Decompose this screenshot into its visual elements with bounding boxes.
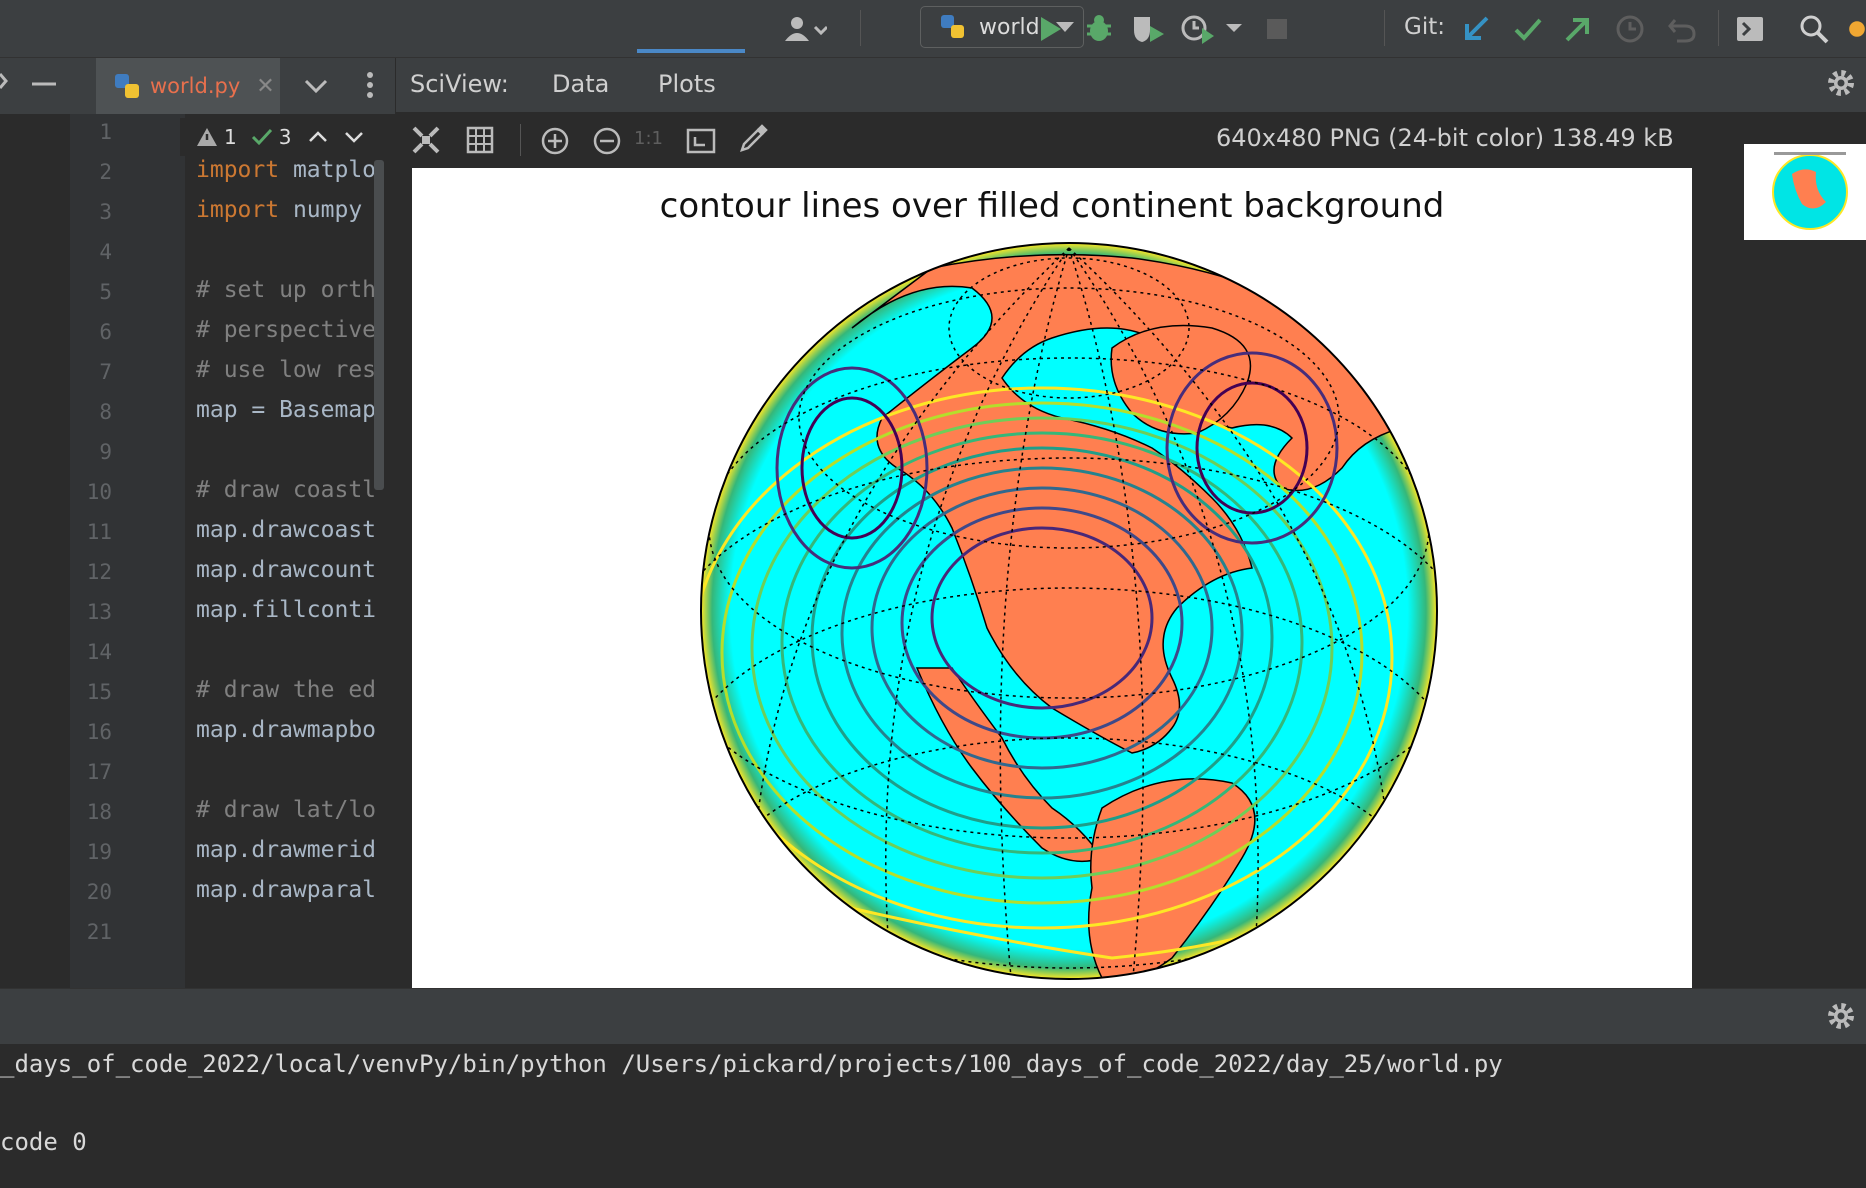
run-panel-header bbox=[0, 988, 1866, 1045]
terminal-icon[interactable] bbox=[1732, 13, 1768, 45]
line-number: 15 bbox=[86, 680, 112, 704]
main-toolbar: world Git: bbox=[0, 0, 1866, 58]
settings-gear-icon[interactable] bbox=[1826, 68, 1858, 100]
active-tab-indicator bbox=[637, 49, 745, 53]
line-number: 17 bbox=[86, 760, 112, 784]
exit-code-line: code 0 bbox=[0, 1128, 87, 1156]
python-file-icon bbox=[115, 74, 139, 98]
line-number: 3 bbox=[99, 200, 112, 224]
warning-count: 1 bbox=[224, 125, 237, 149]
chevron-down-icon[interactable] bbox=[343, 129, 365, 145]
more-options-icon[interactable] bbox=[364, 70, 376, 100]
line-number: 12 bbox=[86, 560, 112, 584]
inspection-widget[interactable]: 1 3 bbox=[180, 118, 395, 156]
stop-icon[interactable] bbox=[1262, 13, 1292, 45]
zoom-out-icon[interactable] bbox=[592, 126, 622, 156]
minimize-icon[interactable] bbox=[30, 70, 58, 98]
code-line[interactable]: # perspective bbox=[196, 317, 376, 343]
code-line[interactable]: # use low res bbox=[196, 357, 376, 383]
ok-count: 3 bbox=[278, 125, 292, 149]
user-icon[interactable] bbox=[780, 13, 830, 45]
code-line[interactable]: import matplo bbox=[196, 157, 376, 183]
debug-icon[interactable] bbox=[1082, 13, 1116, 45]
notification-icon[interactable] bbox=[1848, 13, 1866, 45]
fit-zoom-icon[interactable] bbox=[686, 126, 716, 156]
line-number: 1 bbox=[99, 120, 112, 144]
line-number: 5 bbox=[99, 280, 112, 304]
tab-plots[interactable]: Plots bbox=[658, 70, 716, 98]
line-number: 21 bbox=[86, 920, 112, 944]
line-number: 8 bbox=[99, 400, 112, 424]
code-line[interactable]: # set up orth bbox=[196, 277, 376, 303]
check-icon bbox=[251, 128, 272, 146]
fit-screen-icon[interactable] bbox=[412, 126, 440, 154]
zoom-in-icon[interactable] bbox=[540, 126, 570, 156]
line-number: 2 bbox=[99, 160, 112, 184]
git-commit-icon[interactable] bbox=[1510, 13, 1546, 45]
editor-tab-bar: world.py ✕ bbox=[0, 58, 395, 115]
code-line[interactable]: map.drawcount bbox=[196, 557, 376, 583]
grid-icon[interactable] bbox=[466, 126, 494, 154]
coverage-icon[interactable] bbox=[1128, 13, 1168, 45]
globe-map bbox=[700, 242, 1438, 980]
chevron-down-icon[interactable] bbox=[302, 72, 330, 100]
code-line[interactable]: map.fillconti bbox=[196, 597, 376, 623]
line-number: 14 bbox=[86, 640, 112, 664]
code-line[interactable]: import numpy bbox=[196, 197, 376, 223]
code-line[interactable]: map.drawmapbo bbox=[196, 717, 376, 743]
python-icon bbox=[941, 15, 964, 38]
line-number: 6 bbox=[99, 320, 112, 344]
run-icon[interactable] bbox=[1036, 13, 1066, 45]
run-command-line: _days_of_code_2022/local/venvPy/bin/pyth… bbox=[0, 1050, 1503, 1078]
code-line[interactable]: # draw the ed bbox=[196, 677, 376, 703]
git-update-icon[interactable] bbox=[1458, 13, 1494, 45]
code-line[interactable]: map = Basemap bbox=[196, 397, 376, 423]
code-line[interactable]: map.drawmerid bbox=[196, 837, 376, 863]
run-configuration-label: world bbox=[979, 14, 1040, 40]
sciview-header: SciView: Data Plots bbox=[396, 58, 1866, 113]
line-number: 19 bbox=[86, 840, 112, 864]
code-line[interactable]: # draw coastl bbox=[196, 477, 376, 503]
line-number: 10 bbox=[86, 480, 112, 504]
line-number: 18 bbox=[86, 800, 112, 824]
search-icon[interactable] bbox=[1796, 13, 1832, 45]
close-icon[interactable]: ✕ bbox=[256, 74, 274, 99]
code-line[interactable]: map.drawparal bbox=[196, 877, 376, 903]
line-number: 7 bbox=[99, 360, 112, 384]
line-number: 9 bbox=[99, 440, 112, 464]
color-picker-icon[interactable] bbox=[738, 124, 768, 154]
tab-world-py[interactable]: world.py ✕ bbox=[96, 58, 280, 114]
chevron-up-icon[interactable] bbox=[307, 129, 329, 145]
collapse-icon[interactable] bbox=[0, 66, 10, 96]
git-label: Git: bbox=[1404, 14, 1445, 40]
tab-data[interactable]: Data bbox=[552, 70, 609, 98]
sciview-title: SciView: bbox=[410, 70, 509, 98]
git-push-icon[interactable] bbox=[1560, 13, 1596, 45]
code-line[interactable]: map.drawcoast bbox=[196, 517, 376, 543]
line-number: 16 bbox=[86, 720, 112, 744]
line-number: 20 bbox=[86, 880, 112, 904]
plot-thumbnail[interactable] bbox=[1744, 144, 1866, 240]
code-line[interactable]: # draw lat/lo bbox=[196, 797, 376, 823]
run-output[interactable]: _days_of_code_2022/local/venvPy/bin/pyth… bbox=[0, 1044, 1866, 1188]
line-number: 13 bbox=[86, 600, 112, 624]
profile-icon[interactable] bbox=[1178, 13, 1248, 45]
image-info: 640x480 PNG (24-bit color) 138.49 kB bbox=[1216, 124, 1674, 152]
actual-size-icon[interactable]: 1:1 bbox=[634, 128, 664, 154]
settings-gear-icon[interactable] bbox=[1826, 1001, 1858, 1033]
warning-icon bbox=[197, 128, 217, 146]
line-number: 11 bbox=[86, 520, 112, 544]
line-number: 4 bbox=[99, 240, 112, 264]
tab-label: world.py bbox=[150, 74, 241, 98]
plot-image[interactable]: contour lines over filled continent back… bbox=[412, 168, 1692, 988]
rollback-icon[interactable] bbox=[1664, 13, 1700, 45]
editor-scrollbar[interactable] bbox=[374, 160, 384, 490]
tool-window-strip bbox=[0, 114, 70, 988]
history-icon[interactable] bbox=[1612, 13, 1648, 45]
